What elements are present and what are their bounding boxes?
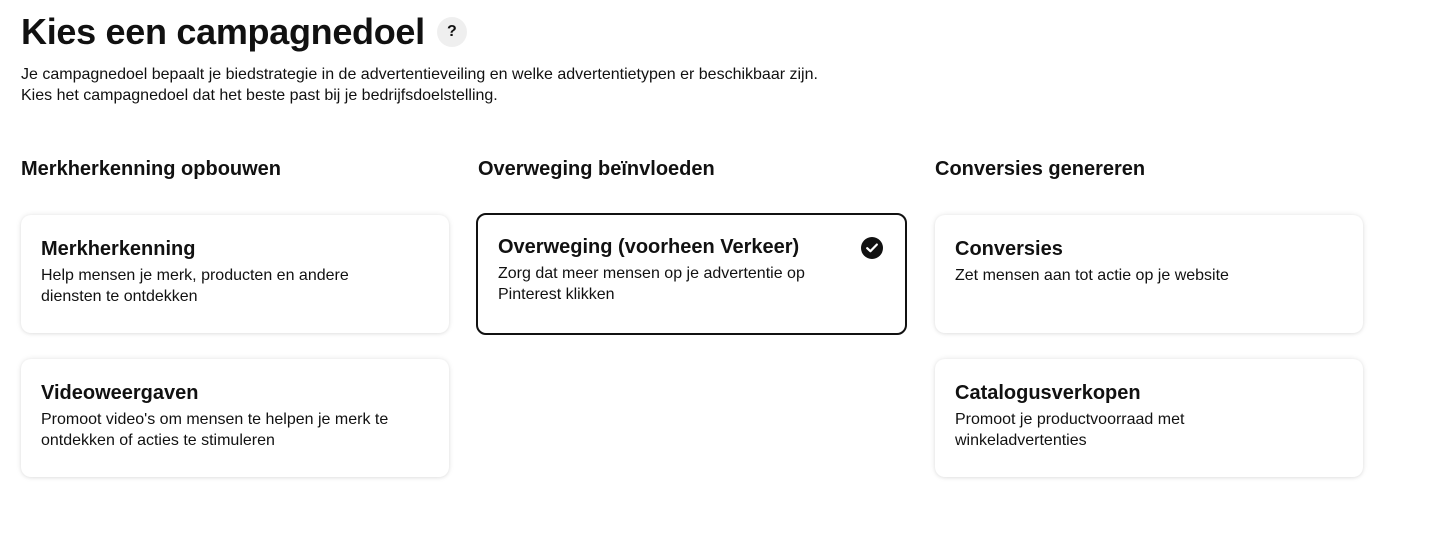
card-description: Promoot video's om mensen te helpen je m… xyxy=(41,411,389,449)
column-consideration: Overweging beïnvloeden Overweging (voorh… xyxy=(476,157,907,335)
help-button[interactable]: ? xyxy=(436,17,467,47)
description-line-2: Kies het campagnedoel dat het beste past… xyxy=(21,87,498,104)
objective-card-conversions[interactable]: Conversies Zet mensen aan tot actie op j… xyxy=(935,215,1363,333)
objective-card-catalog-sales[interactable]: Catalogusverkopen Promoot je productvoor… xyxy=(935,359,1363,477)
page-description: Je campagnedoel bepaalt je biedstrategie… xyxy=(21,64,818,106)
page-title: Kies een campagnedoel xyxy=(21,11,425,52)
column-conversions: Conversies genereren Conversies Zet mens… xyxy=(935,157,1363,477)
column-brand-awareness: Merkherkenning opbouwen Merkherkenning H… xyxy=(21,157,449,477)
card-description: Promoot je productvoorraad met winkeladv… xyxy=(955,411,1185,449)
card-description: Help mensen je merk, producten en andere… xyxy=(41,267,349,305)
description-line-1: Je campagnedoel bepaalt je biedstrategie… xyxy=(21,66,818,83)
page-header: Kies een campagnedoel ? Je campagnedoel … xyxy=(21,10,818,106)
objective-card-video-views[interactable]: Videoweergaven Promoot video's om mensen… xyxy=(21,359,449,477)
card-description: Zorg dat meer mensen op je advertentie o… xyxy=(498,265,805,303)
campaign-objective-page: Kies een campagnedoel ? Je campagnedoel … xyxy=(0,0,1440,549)
card-title: Conversies xyxy=(955,238,1063,260)
title-row: Kies een campagnedoel ? xyxy=(21,10,818,54)
check-circle-icon xyxy=(861,237,883,259)
question-mark-icon: ? xyxy=(446,23,457,40)
card-description: Zet mensen aan tot actie op je website xyxy=(955,267,1229,284)
column-heading: Conversies genereren xyxy=(935,158,1146,180)
column-heading: Overweging beïnvloeden xyxy=(478,158,715,180)
card-title: Videoweergaven xyxy=(41,382,199,404)
card-title: Catalogusverkopen xyxy=(955,382,1141,404)
objective-card-brand-awareness[interactable]: Merkherkenning Help mensen je merk, prod… xyxy=(21,215,449,333)
card-title: Merkherkenning xyxy=(41,238,196,260)
column-heading: Merkherkenning opbouwen xyxy=(21,158,282,180)
card-title: Overweging (voorheen Verkeer) xyxy=(498,236,800,258)
objective-card-consideration[interactable]: Overweging (voorheen Verkeer) Zorg dat m… xyxy=(476,213,907,335)
